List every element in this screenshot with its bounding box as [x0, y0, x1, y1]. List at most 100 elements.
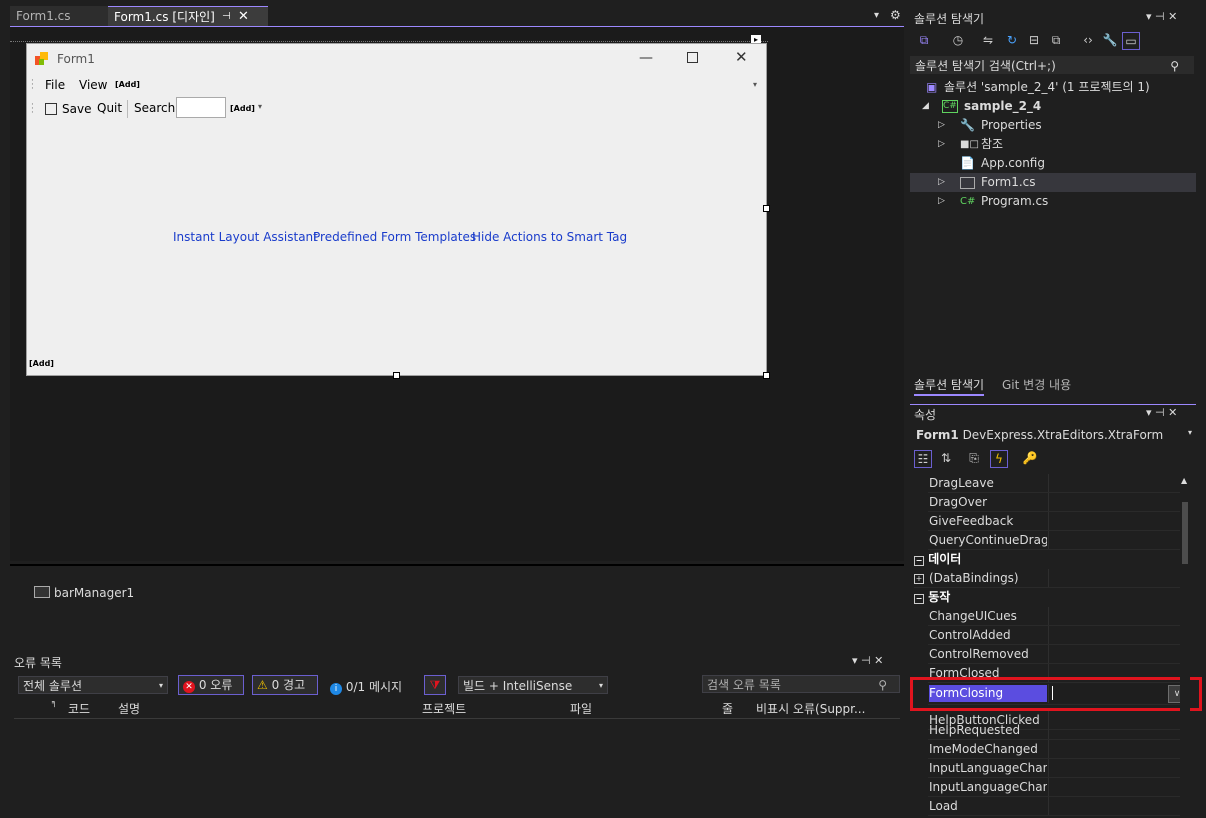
- close-icon[interactable]: ✕: [735, 48, 748, 66]
- prop-row[interactable]: InputLanguageChangi: [928, 778, 1186, 797]
- category-data[interactable]: − 데이터: [914, 550, 1186, 569]
- prop-row[interactable]: Load: [928, 797, 1186, 816]
- resize-handle-bottom[interactable]: [393, 372, 400, 379]
- prop-value[interactable]: [1048, 721, 1179, 739]
- prop-value[interactable]: [1048, 493, 1179, 511]
- prop-value[interactable]: [1048, 645, 1179, 663]
- prop-row[interactable]: InputLanguageChange: [928, 759, 1186, 778]
- column-line[interactable]: 줄: [722, 700, 733, 717]
- tree-solution[interactable]: ▣ 솔루션 'sample_2_4' (1 프로젝트의 1): [910, 78, 1196, 97]
- scrollbar-thumb[interactable]: [1182, 502, 1188, 564]
- prop-row-databindings[interactable]: + (DataBindings): [914, 569, 1186, 588]
- code-icon[interactable]: ‹›: [1080, 32, 1096, 48]
- prop-value[interactable]: [1048, 474, 1179, 492]
- tree-project[interactable]: ◢ C# sample_2_4: [910, 97, 1196, 116]
- maximize-icon[interactable]: [687, 52, 698, 63]
- panel-controls[interactable]: ▾ ⊣ ✕: [1146, 406, 1177, 419]
- error-search-input[interactable]: 검색 오류 목록 ⚲: [702, 675, 900, 693]
- save-button[interactable]: Save: [62, 102, 91, 116]
- close-icon[interactable]: ✕: [238, 7, 249, 27]
- prop-row[interactable]: DragLeave: [928, 474, 1186, 493]
- menu-view[interactable]: View: [79, 78, 107, 92]
- messages-filter-button[interactable]: i 0/1 메시지: [330, 678, 402, 695]
- resize-handle-corner[interactable]: [763, 372, 770, 379]
- sync-icon[interactable]: ⇋: [980, 32, 996, 48]
- collapse-icon[interactable]: ⊟: [1026, 32, 1042, 48]
- prop-row[interactable]: ControlRemoved: [928, 645, 1186, 664]
- menu-file[interactable]: File: [45, 78, 65, 92]
- prop-value[interactable]: [1048, 569, 1179, 587]
- column-file[interactable]: 파일: [570, 700, 592, 717]
- prop-value[interactable]: [1048, 759, 1179, 777]
- predefined-form-templates-link[interactable]: Predefined Form Templates: [313, 230, 476, 244]
- prop-value[interactable]: [1048, 626, 1179, 644]
- property-pages-icon[interactable]: 🔑: [1022, 450, 1038, 466]
- prop-value[interactable]: [1048, 778, 1179, 796]
- tab-form1-designer[interactable]: Form1.cs [디자인] ⊣ ✕: [108, 6, 268, 27]
- column-project[interactable]: 프로젝트: [422, 700, 466, 717]
- prop-row[interactable]: ControlAdded: [928, 626, 1186, 645]
- panel-controls[interactable]: ▾ ⊣ ✕: [852, 654, 883, 667]
- instant-layout-assistant-link[interactable]: Instant Layout Assistant: [173, 230, 318, 244]
- panel-controls[interactable]: ▾ ⊣ ✕: [1146, 10, 1177, 23]
- search-input[interactable]: [176, 97, 226, 118]
- tab-git-changes[interactable]: Git 변경 내용: [1002, 376, 1071, 393]
- prop-value[interactable]: [1048, 531, 1179, 549]
- tree-app-config[interactable]: 📄 App.config: [910, 154, 1196, 173]
- properties-scrollbar[interactable]: ▲: [1180, 476, 1190, 818]
- bar-manager-component[interactable]: barManager1: [54, 586, 134, 600]
- errors-filter-button[interactable]: ✕ 0 오류: [178, 675, 244, 695]
- prop-value[interactable]: [1048, 512, 1179, 530]
- refresh-icon[interactable]: ↻: [1004, 32, 1020, 48]
- category-action[interactable]: − 동작: [914, 588, 1186, 607]
- designed-form[interactable]: Form1 — ✕ · · · File View [Add] ▾ · · · Save…: [26, 43, 767, 376]
- scope-select[interactable]: 전체 솔루션 ▾: [18, 676, 168, 694]
- pin-icon[interactable]: ⊣: [222, 7, 231, 27]
- toolbar-dropdown-icon[interactable]: ▾: [258, 102, 262, 111]
- menu-dropdown-icon[interactable]: ▾: [753, 80, 757, 89]
- tab-solution-explorer[interactable]: 솔루션 탐색기: [914, 376, 985, 396]
- prop-value[interactable]: [1048, 740, 1179, 758]
- alphabetical-icon[interactable]: ⇅: [938, 450, 954, 466]
- toolbar-add[interactable]: [Add]: [230, 104, 255, 113]
- tree-references[interactable]: ▷ ■□ 참조: [910, 135, 1196, 154]
- prop-row[interactable]: GiveFeedback: [928, 512, 1186, 531]
- scroll-up-icon[interactable]: ▲: [1181, 476, 1187, 485]
- prop-row[interactable]: HelpRequested: [928, 721, 1186, 740]
- show-all-icon[interactable]: ⧉: [1048, 32, 1064, 48]
- prop-value[interactable]: [1048, 607, 1179, 625]
- events-lightning-icon[interactable]: ϟ: [990, 450, 1008, 468]
- tab-dropdown-icon[interactable]: ▾: [874, 10, 879, 21]
- warnings-filter-button[interactable]: ⚠ 0 경고: [252, 675, 318, 695]
- status-bar-add[interactable]: [Add]: [29, 359, 54, 368]
- tree-properties[interactable]: ▷ 🔧 Properties: [910, 116, 1196, 135]
- solution-search-input[interactable]: 솔루션 탐색기 검색(Ctrl+;) ⚲: [910, 56, 1194, 74]
- tree-form1-cs[interactable]: ▷ Form1.cs: [910, 173, 1196, 192]
- resize-handle-right[interactable]: [763, 205, 770, 212]
- settings-gear-icon[interactable]: ⚙: [890, 8, 901, 22]
- build-filter-select[interactable]: 빌드 + IntelliSense ▾: [458, 676, 608, 694]
- preview-icon[interactable]: ▭: [1122, 32, 1140, 50]
- column-sort-icon[interactable]: ╕: [52, 698, 57, 707]
- column-suppression[interactable]: 비표시 오류(Suppr...: [756, 700, 865, 717]
- minimize-icon[interactable]: —: [639, 50, 653, 66]
- object-selector[interactable]: Form1 DevExpress.XtraEditors.XtraForm ▾: [916, 428, 1192, 442]
- prop-row[interactable]: QueryContinueDrag: [928, 531, 1186, 550]
- prop-row[interactable]: DragOver: [928, 493, 1186, 512]
- properties-icon[interactable]: ⎘: [966, 450, 982, 466]
- wrench-icon[interactable]: 🔧: [1102, 32, 1118, 48]
- prop-value[interactable]: [1048, 797, 1179, 815]
- tab-form1-cs[interactable]: Form1.cs: [10, 6, 118, 26]
- column-description[interactable]: 설명: [118, 700, 140, 717]
- prop-row[interactable]: ImeModeChanged: [928, 740, 1186, 759]
- categorized-icon[interactable]: ☷: [914, 450, 932, 468]
- tree-program-cs[interactable]: ▷ C# Program.cs: [910, 192, 1196, 211]
- hide-actions-link[interactable]: Hide Actions to Smart Tag: [472, 230, 627, 244]
- column-code[interactable]: 코드: [68, 700, 90, 717]
- quit-button[interactable]: Quit: [97, 101, 122, 115]
- history-icon[interactable]: ◷: [950, 32, 966, 48]
- filter-icon[interactable]: ⧩: [424, 675, 446, 695]
- menu-add[interactable]: [Add]: [115, 80, 140, 89]
- prop-row[interactable]: ChangeUICues: [928, 607, 1186, 626]
- vs-switch-icon[interactable]: ⧉: [916, 32, 932, 48]
